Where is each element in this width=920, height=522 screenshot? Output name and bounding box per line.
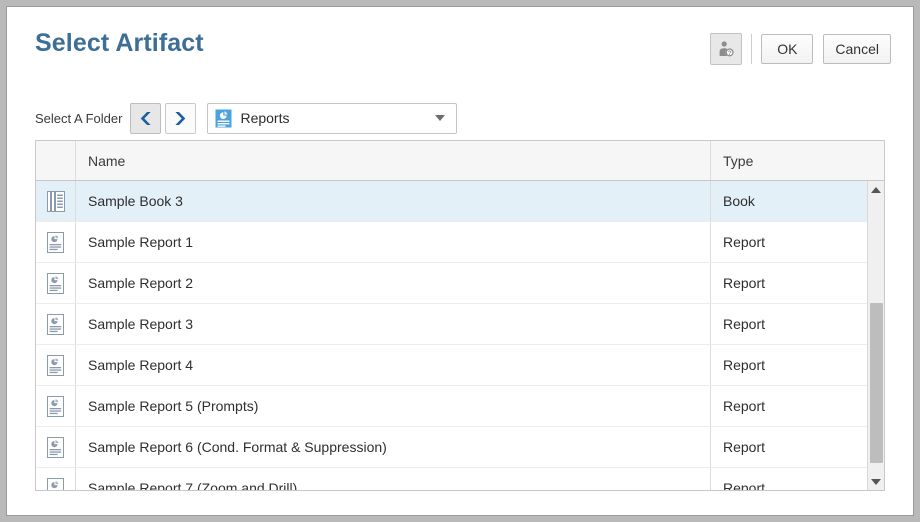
svg-text:?: ? (728, 50, 732, 57)
header-separator (751, 34, 752, 64)
page-title: Select Artifact (35, 29, 204, 58)
row-name: Sample Report 6 (Cond. Format & Suppress… (76, 427, 711, 467)
artifact-table: Name Type Sample Book 3BookSample Report… (35, 140, 885, 491)
chevron-down-icon[interactable] (435, 115, 445, 121)
row-artifact-icon (36, 222, 76, 262)
report-icon (47, 232, 64, 253)
chevron-right-icon (173, 110, 188, 127)
report-icon (47, 396, 64, 417)
select-a-folder-label: Select A Folder (35, 111, 122, 126)
table-row[interactable]: Sample Report 5 (Prompts)Report (36, 386, 884, 427)
triangle-down (871, 479, 881, 485)
row-type: Report (711, 263, 884, 303)
row-artifact-icon (36, 386, 76, 426)
row-name: Sample Report 7 (Zoom and Drill) (76, 468, 711, 490)
folder-forward-button[interactable] (165, 103, 196, 134)
folder-dropdown-value: Reports (240, 110, 435, 126)
row-type: Report (711, 468, 884, 490)
vertical-scrollbar[interactable] (867, 181, 884, 490)
report-icon (47, 314, 64, 335)
chevron-left-icon (138, 110, 153, 127)
table-row[interactable]: Sample Report 2Report (36, 263, 884, 304)
table-header-row: Name Type (36, 141, 884, 181)
table-body: Sample Book 3BookSample Report 1ReportSa… (36, 181, 884, 490)
scroll-down-arrow-icon[interactable] (868, 473, 884, 490)
header-actions: ? OK Cancel (710, 33, 891, 65)
row-name: Sample Report 4 (76, 345, 711, 385)
row-name: Sample Report 3 (76, 304, 711, 344)
report-document-icon (215, 109, 232, 128)
scroll-up-arrow-icon[interactable] (868, 181, 884, 198)
row-artifact-icon (36, 304, 76, 344)
ok-button[interactable]: OK (761, 34, 813, 64)
table-row[interactable]: Sample Report 6 (Cond. Format & Suppress… (36, 427, 884, 468)
row-type: Report (711, 304, 884, 344)
user-permissions-icon: ? (717, 40, 735, 58)
row-artifact-icon (36, 468, 76, 490)
folder-dropdown[interactable]: Reports (207, 103, 457, 134)
row-type: Report (711, 427, 884, 467)
table-header-name[interactable]: Name (76, 141, 711, 180)
row-type: Book (711, 181, 884, 221)
row-type: Report (711, 222, 884, 262)
book-icon (47, 191, 65, 212)
table-row[interactable]: Sample Report 4Report (36, 345, 884, 386)
folder-back-button[interactable] (130, 103, 161, 134)
folder-selector-bar: Select A Folder Reports (35, 102, 457, 134)
table-row[interactable]: Sample Report 7 (Zoom and Drill)Report (36, 468, 884, 490)
table-header-icon-column (36, 141, 76, 180)
table-row[interactable]: Sample Report 1Report (36, 222, 884, 263)
row-artifact-icon (36, 263, 76, 303)
report-icon (47, 437, 64, 458)
scrollbar-thumb[interactable] (870, 303, 883, 463)
row-type: Report (711, 386, 884, 426)
table-row[interactable]: Sample Report 3Report (36, 304, 884, 345)
table-row[interactable]: Sample Book 3Book (36, 181, 884, 222)
row-name: Sample Book 3 (76, 181, 711, 221)
report-icon (47, 273, 64, 294)
report-icon (47, 478, 64, 491)
dialog-header: Select Artifact ? OK Cancel (7, 7, 913, 87)
table-header-type[interactable]: Type (711, 141, 884, 180)
row-artifact-icon (36, 181, 76, 221)
row-name: Sample Report 5 (Prompts) (76, 386, 711, 426)
report-icon (47, 355, 64, 376)
row-artifact-icon (36, 345, 76, 385)
row-type: Report (711, 345, 884, 385)
user-permissions-button[interactable]: ? (710, 33, 742, 65)
row-name: Sample Report 1 (76, 222, 711, 262)
row-name: Sample Report 2 (76, 263, 711, 303)
cancel-button[interactable]: Cancel (823, 34, 891, 64)
row-artifact-icon (36, 427, 76, 467)
triangle-up (871, 187, 881, 193)
select-artifact-dialog: Select Artifact ? OK Cancel Select A Fol… (6, 6, 914, 516)
